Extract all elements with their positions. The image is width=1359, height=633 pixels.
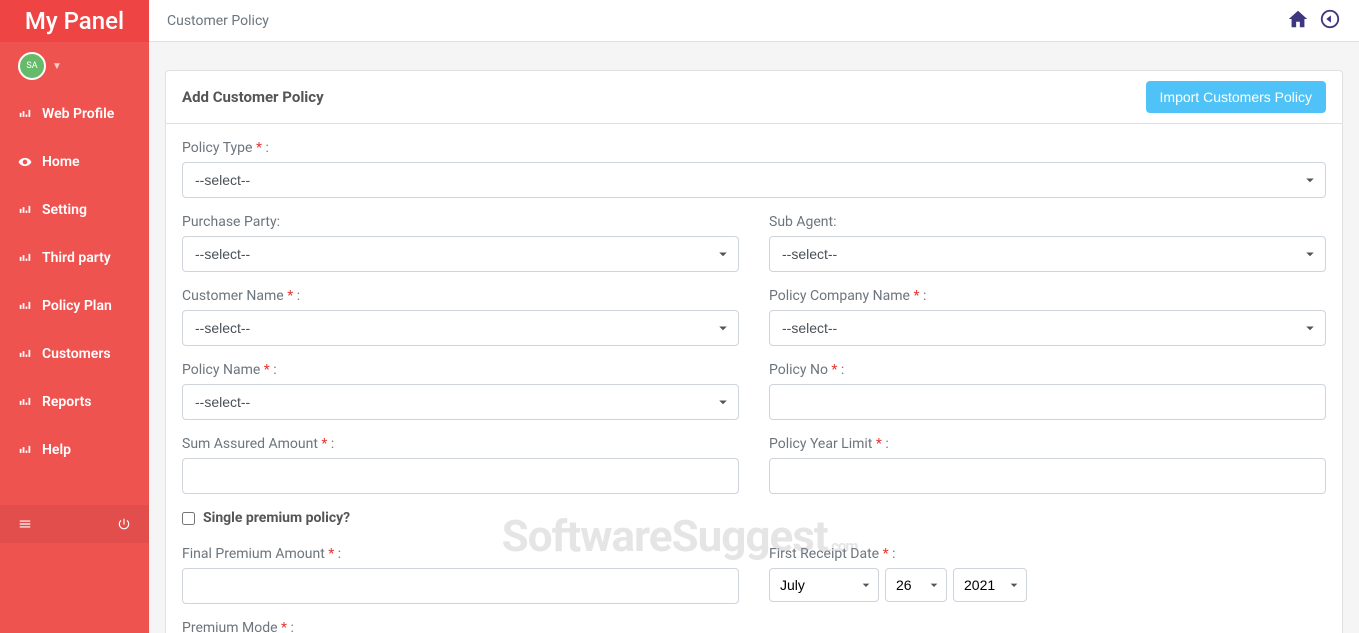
sidebar-item-label: Home — [42, 154, 80, 170]
sidebar-item-label: Customers — [42, 346, 111, 362]
chart-bar-icon — [18, 347, 32, 361]
policy-name-label: Policy Name * : — [182, 362, 739, 378]
policy-type-label: Policy Type * : — [182, 140, 1326, 156]
sidebar-footer — [0, 505, 149, 543]
policy-type-select[interactable]: --select-- — [182, 162, 1326, 198]
first-receipt-day-select[interactable]: 26 — [885, 568, 947, 602]
panel-title: Add Customer Policy — [182, 88, 324, 106]
sidebar-item-label: Help — [42, 442, 71, 458]
panel: Add Customer Policy Import Customers Pol… — [165, 70, 1343, 633]
chart-bar-icon — [18, 203, 32, 217]
chart-bar-icon — [18, 395, 32, 409]
sidebar-item-label: Third party — [42, 250, 111, 266]
chart-bar-icon — [18, 443, 32, 457]
sub-agent-select[interactable]: --select-- — [769, 236, 1326, 272]
policy-name-select[interactable]: --select-- — [182, 384, 739, 420]
final-premium-label: Final Premium Amount * : — [182, 546, 739, 562]
purchase-party-label: Purchase Party: — [182, 214, 739, 230]
back-circle-icon[interactable] — [1319, 8, 1341, 34]
sub-agent-label: Sub Agent: — [769, 214, 1326, 230]
policy-no-label: Policy No * : — [769, 362, 1326, 378]
home-icon[interactable] — [1287, 8, 1309, 34]
customer-name-label: Customer Name * : — [182, 288, 739, 304]
caret-down-icon: ▼ — [52, 61, 62, 72]
breadcrumb: Customer Policy — [167, 13, 269, 29]
sidebar-item-label: Policy Plan — [42, 298, 112, 314]
sum-assured-input[interactable] — [182, 458, 739, 494]
single-premium-checkbox[interactable] — [182, 512, 195, 525]
avatar: SA — [18, 52, 46, 80]
avatar-menu[interactable]: SA ▼ — [0, 42, 149, 90]
premium-mode-label: Premium Mode * : — [182, 620, 1326, 633]
chart-bar-icon — [18, 107, 32, 121]
sidebar-item-setting[interactable]: Setting — [0, 186, 149, 234]
final-premium-input[interactable] — [182, 568, 739, 604]
policy-company-label: Policy Company Name * : — [769, 288, 1326, 304]
first-receipt-month-select[interactable]: July — [769, 568, 879, 602]
chart-bar-icon — [18, 251, 32, 265]
first-receipt-year-select[interactable]: 2021 — [953, 568, 1027, 602]
content-area: Add Customer Policy Import Customers Pol… — [149, 42, 1359, 633]
purchase-party-select[interactable]: --select-- — [182, 236, 739, 272]
sidebar-item-customers[interactable]: Customers — [0, 330, 149, 378]
sum-assured-label: Sum Assured Amount * : — [182, 436, 739, 452]
sidebar-item-label: Reports — [42, 394, 92, 410]
sidebar-item-label: Setting — [42, 202, 87, 218]
single-premium-label: Single premium policy? — [203, 510, 350, 526]
sidebar-item-web-profile[interactable]: Web Profile — [0, 90, 149, 138]
sidebar-item-policy-plan[interactable]: Policy Plan — [0, 282, 149, 330]
sidebar-item-home[interactable]: Home — [0, 138, 149, 186]
power-icon[interactable] — [117, 517, 131, 531]
policy-year-limit-input[interactable] — [769, 458, 1326, 494]
eye-icon — [18, 155, 32, 169]
customer-name-select[interactable]: --select-- — [182, 310, 739, 346]
brand-title: My Panel — [0, 0, 149, 42]
menu-icon[interactable] — [18, 517, 32, 531]
sidebar-item-help[interactable]: Help — [0, 426, 149, 474]
sidebar-item-label: Web Profile — [42, 106, 114, 122]
sidebar: My Panel SA ▼ Web Profile Home Setting T… — [0, 0, 149, 633]
chart-bar-icon — [18, 299, 32, 313]
sidebar-item-third-party[interactable]: Third party — [0, 234, 149, 282]
panel-header: Add Customer Policy Import Customers Pol… — [166, 71, 1342, 124]
sidebar-item-reports[interactable]: Reports — [0, 378, 149, 426]
policy-no-input[interactable] — [769, 384, 1326, 420]
first-receipt-label: First Receipt Date * : — [769, 546, 1326, 562]
panel-body: Policy Type * : --select-- Purchase Part… — [166, 124, 1342, 633]
policy-company-select[interactable]: --select-- — [769, 310, 1326, 346]
topbar: Customer Policy — [149, 0, 1359, 42]
import-customers-policy-button[interactable]: Import Customers Policy — [1146, 81, 1326, 113]
policy-year-limit-label: Policy Year Limit * : — [769, 436, 1326, 452]
